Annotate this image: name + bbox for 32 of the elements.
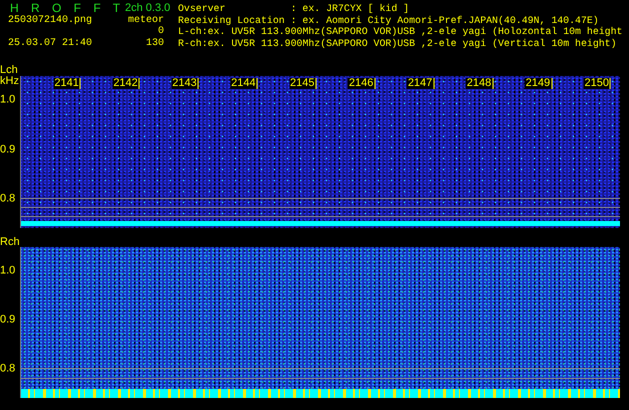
- time-label: 2141: [53, 78, 81, 89]
- time-label: 2148: [466, 78, 494, 89]
- info-value: : ex. JR7CYX [ kid ]: [290, 3, 410, 14]
- time-label: 2143: [171, 78, 199, 89]
- unit-label: kHz: [0, 76, 19, 86]
- axis-label: 0.9: [0, 144, 16, 156]
- time-label: 2147: [406, 78, 434, 89]
- time-label: 2145: [289, 78, 316, 89]
- info-line: R-ch:ex. UV5R 113.900Mhz(SAPPORO VOR)USB ,2-ele yagi (Vertical 10m height): [178, 38, 617, 48]
- info-label: Ovserver: [178, 3, 226, 14]
- channel-label: Rch: [0, 236, 20, 248]
- counter-label: meteor: [128, 14, 166, 26]
- channel-label: Lch: [0, 64, 18, 76]
- version-label: 2ch 0.3.0: [125, 3, 170, 14]
- axis-label: 1.0: [0, 94, 16, 106]
- time-label: 2146: [348, 78, 376, 89]
- time-label: 2144: [230, 78, 258, 89]
- info-line: L-ch:ex. UV5R 113.900Mhz(SAPPORO VOR)USB ,2-ele yagi (Holozontal 10m height: [178, 26, 622, 37]
- info-value: : ex. Aomori City Aomori-Pref.JAPAN(40.49N, 140.47E): [290, 14, 599, 26]
- meteor-count: 0: [156, 26, 164, 38]
- meteor-count: 130: [144, 38, 164, 49]
- app-title: H R O F F T: [10, 3, 122, 14]
- axis-label: 1.0: [0, 266, 16, 277]
- axis-label: 0.8: [0, 364, 16, 375]
- file-name: 2503072140.png: [8, 14, 94, 26]
- time-label: 2150: [584, 78, 611, 89]
- info-label: Receiving Location: [178, 14, 286, 26]
- axis-label: 0.8: [0, 194, 16, 205]
- time-label: 2149: [524, 78, 552, 89]
- time-label: 2142: [112, 78, 140, 89]
- date-time: 25.03.07 21:40: [8, 38, 94, 49]
- axis-label: 0.9: [0, 314, 16, 326]
